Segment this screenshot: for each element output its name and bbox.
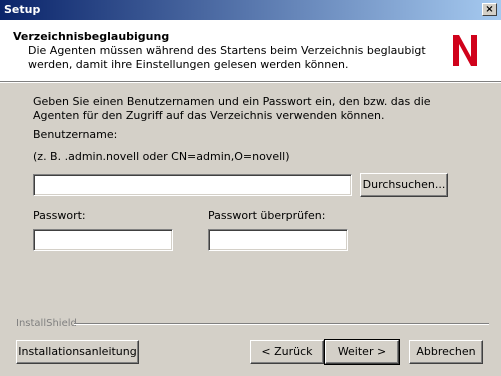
close-button[interactable]: ×	[482, 3, 497, 16]
footer-separator-highlight	[74, 324, 489, 325]
next-button[interactable]: Weiter >	[324, 339, 400, 365]
setup-window: Setup × Verzeichnisbeglaubigung Die Agen…	[0, 0, 501, 376]
username-input[interactable]	[33, 174, 352, 196]
back-button[interactable]: < Zurück	[250, 340, 324, 364]
cancel-button[interactable]: Abbrechen	[409, 340, 483, 364]
page-title: Verzeichnisbeglaubigung	[13, 30, 170, 43]
installation-guide-button[interactable]: Installationsanleitung	[16, 340, 139, 364]
page-subtitle: Die Agenten müssen während des Startens …	[28, 44, 426, 71]
password-input[interactable]	[33, 229, 173, 251]
novell-logo	[453, 35, 477, 66]
installshield-brand: InstallShield	[16, 318, 77, 329]
username-label: Benutzername:	[33, 128, 118, 141]
username-hint: (z. B. .admin.novell oder CN=admin,O=nov…	[33, 150, 290, 163]
close-icon: ×	[485, 4, 494, 15]
instructions-text: Geben Sie einen Benutzernamen und ein Pa…	[33, 95, 431, 122]
window-title: Setup	[4, 3, 41, 16]
title-bar: Setup ×	[0, 0, 501, 20]
confirm-password-label: Passwort überprüfen:	[208, 209, 326, 222]
header-panel: Verzeichnisbeglaubigung Die Agenten müss…	[0, 20, 501, 82]
password-label: Passwort:	[33, 209, 86, 222]
confirm-password-input[interactable]	[208, 229, 348, 251]
browse-button[interactable]: Durchsuchen...	[360, 173, 448, 197]
header-divider	[0, 82, 501, 83]
